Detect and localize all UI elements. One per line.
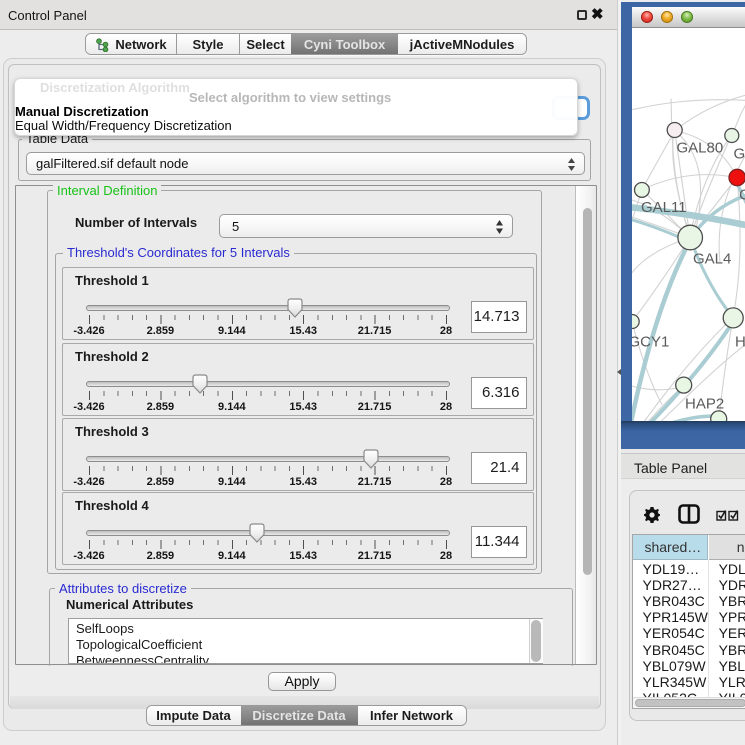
svg-text:HAP2: HAP2 (685, 395, 724, 412)
svg-text:GAL11: GAL11 (641, 199, 687, 216)
svg-text:C: C (739, 186, 745, 203)
svg-text:GCY1: GCY1 (632, 333, 669, 350)
svg-text:GAL80: GAL80 (677, 139, 724, 156)
svg-text:GAL4: GAL4 (693, 250, 731, 267)
svg-text:H: H (735, 333, 745, 350)
svg-text:GA: GA (734, 145, 745, 162)
